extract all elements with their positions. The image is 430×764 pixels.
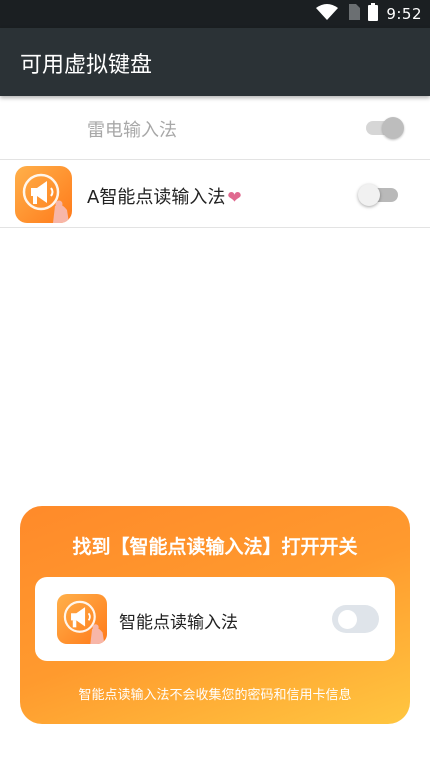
enable-guide-card: 找到【智能点读输入法】打开开关 智能点读输入法 智能点读输入法不会收集您的密码和… (20, 506, 410, 724)
battery-icon (368, 3, 379, 25)
status-bar: 9:52 (0, 0, 430, 28)
privacy-note: 智能点读输入法不会收集您的密码和信用卡信息 (78, 688, 352, 703)
megaphone-app-icon (57, 594, 107, 644)
guide-toggle-illustration (332, 605, 379, 633)
toggle-knob (358, 184, 380, 206)
keyboard-toggle-leidian[interactable] (366, 117, 408, 139)
wifi-icon (316, 4, 339, 24)
keyboard-toggle-smart-reading[interactable] (358, 184, 400, 206)
keyboard-item-label: 雷电输入法 (87, 120, 177, 141)
keyboard-name: A智能点读输入法 (87, 187, 226, 208)
megaphone-app-icon (15, 166, 72, 223)
heart-icon: ❤ (227, 188, 242, 208)
toggle-knob (382, 117, 404, 139)
guide-item: 智能点读输入法 (35, 577, 395, 661)
page-title: 可用虚拟键盘 (20, 53, 153, 78)
keyboard-item-label: A智能点读输入法 ❤ (87, 183, 242, 209)
status-icons: 9:52 (316, 3, 422, 25)
sim-icon (346, 4, 361, 24)
status-time: 9:52 (386, 5, 422, 23)
guide-item-label: 智能点读输入法 (119, 613, 238, 633)
guide-title: 找到【智能点读输入法】打开开关 (72, 536, 358, 558)
toggle-knob (338, 610, 357, 629)
app-bar: 可用虚拟键盘 (0, 28, 430, 96)
